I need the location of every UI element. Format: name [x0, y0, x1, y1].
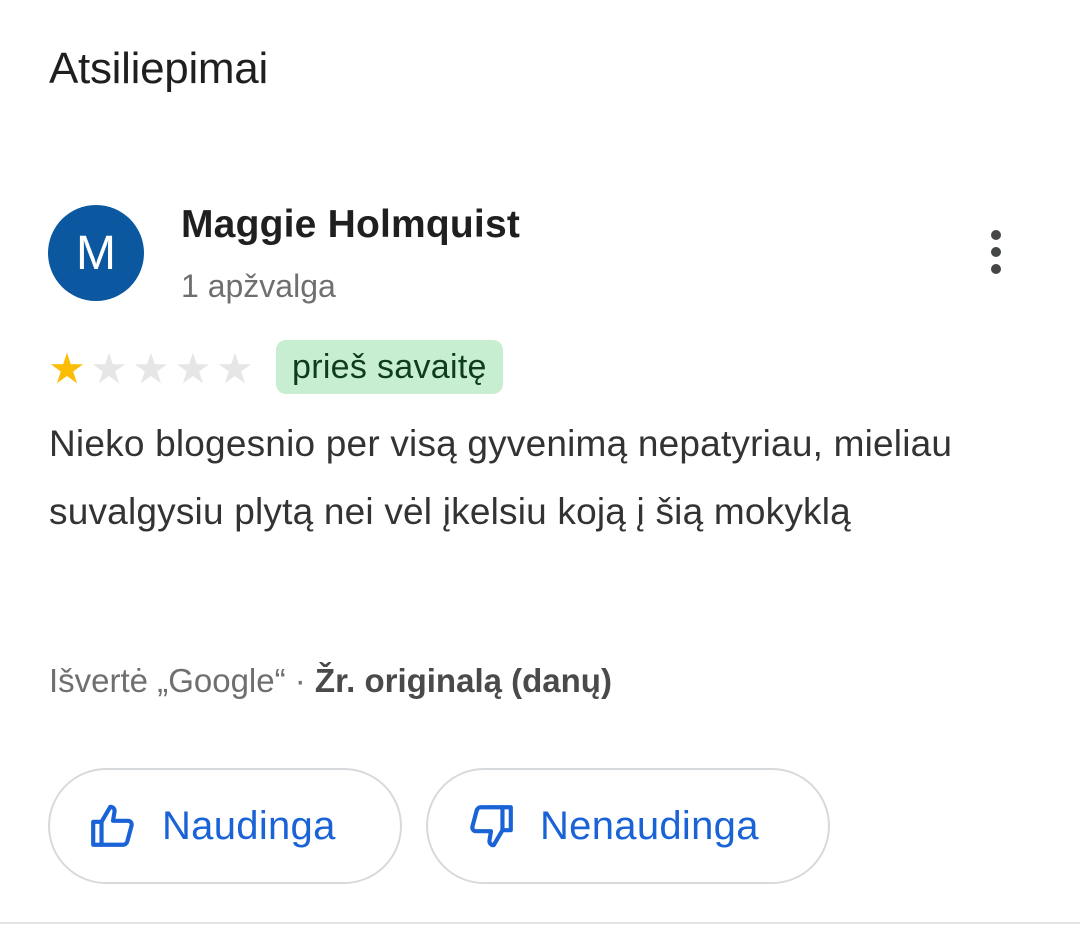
more-vert-icon-dot: [991, 247, 1001, 257]
review-text: Nieko blogesnio per visą gyvenimą nepaty…: [49, 423, 953, 532]
more-options-button[interactable]: [966, 222, 1026, 282]
star-rating: ★ ★ ★ ★ ★: [46, 346, 256, 392]
translation-note: Išvertė „Google“ · Žr. originalą (danų): [49, 662, 612, 700]
author-name[interactable]: Maggie Holmquist: [181, 203, 520, 247]
more-vert-icon-dot: [991, 264, 1001, 274]
more-vert-icon: [991, 230, 1001, 240]
star-empty-icon: ★: [216, 345, 254, 392]
view-original-link[interactable]: Žr. originalą (danų): [315, 662, 612, 699]
unhelpful-button[interactable]: Nenaudinga: [426, 768, 830, 884]
divider: [0, 922, 1080, 924]
thumbs-up-icon: [88, 801, 138, 851]
avatar[interactable]: M: [48, 205, 144, 301]
helpful-button[interactable]: Naudinga: [48, 768, 402, 884]
helpful-label: Naudinga: [162, 803, 336, 848]
review-time-badge: prieš savaitę: [276, 340, 503, 394]
star-empty-icon: ★: [174, 345, 212, 392]
unhelpful-label: Nenaudinga: [540, 803, 759, 848]
author-review-count: 1 apžvalga: [181, 268, 336, 304]
star-empty-icon: ★: [90, 345, 128, 392]
star-filled-icon: ★: [48, 345, 86, 392]
section-title: Atsiliepimai: [49, 44, 268, 93]
translation-credit: Išvertė „Google“ ·: [49, 662, 315, 699]
thumbs-down-icon: [466, 801, 516, 851]
star-empty-icon: ★: [132, 345, 170, 392]
